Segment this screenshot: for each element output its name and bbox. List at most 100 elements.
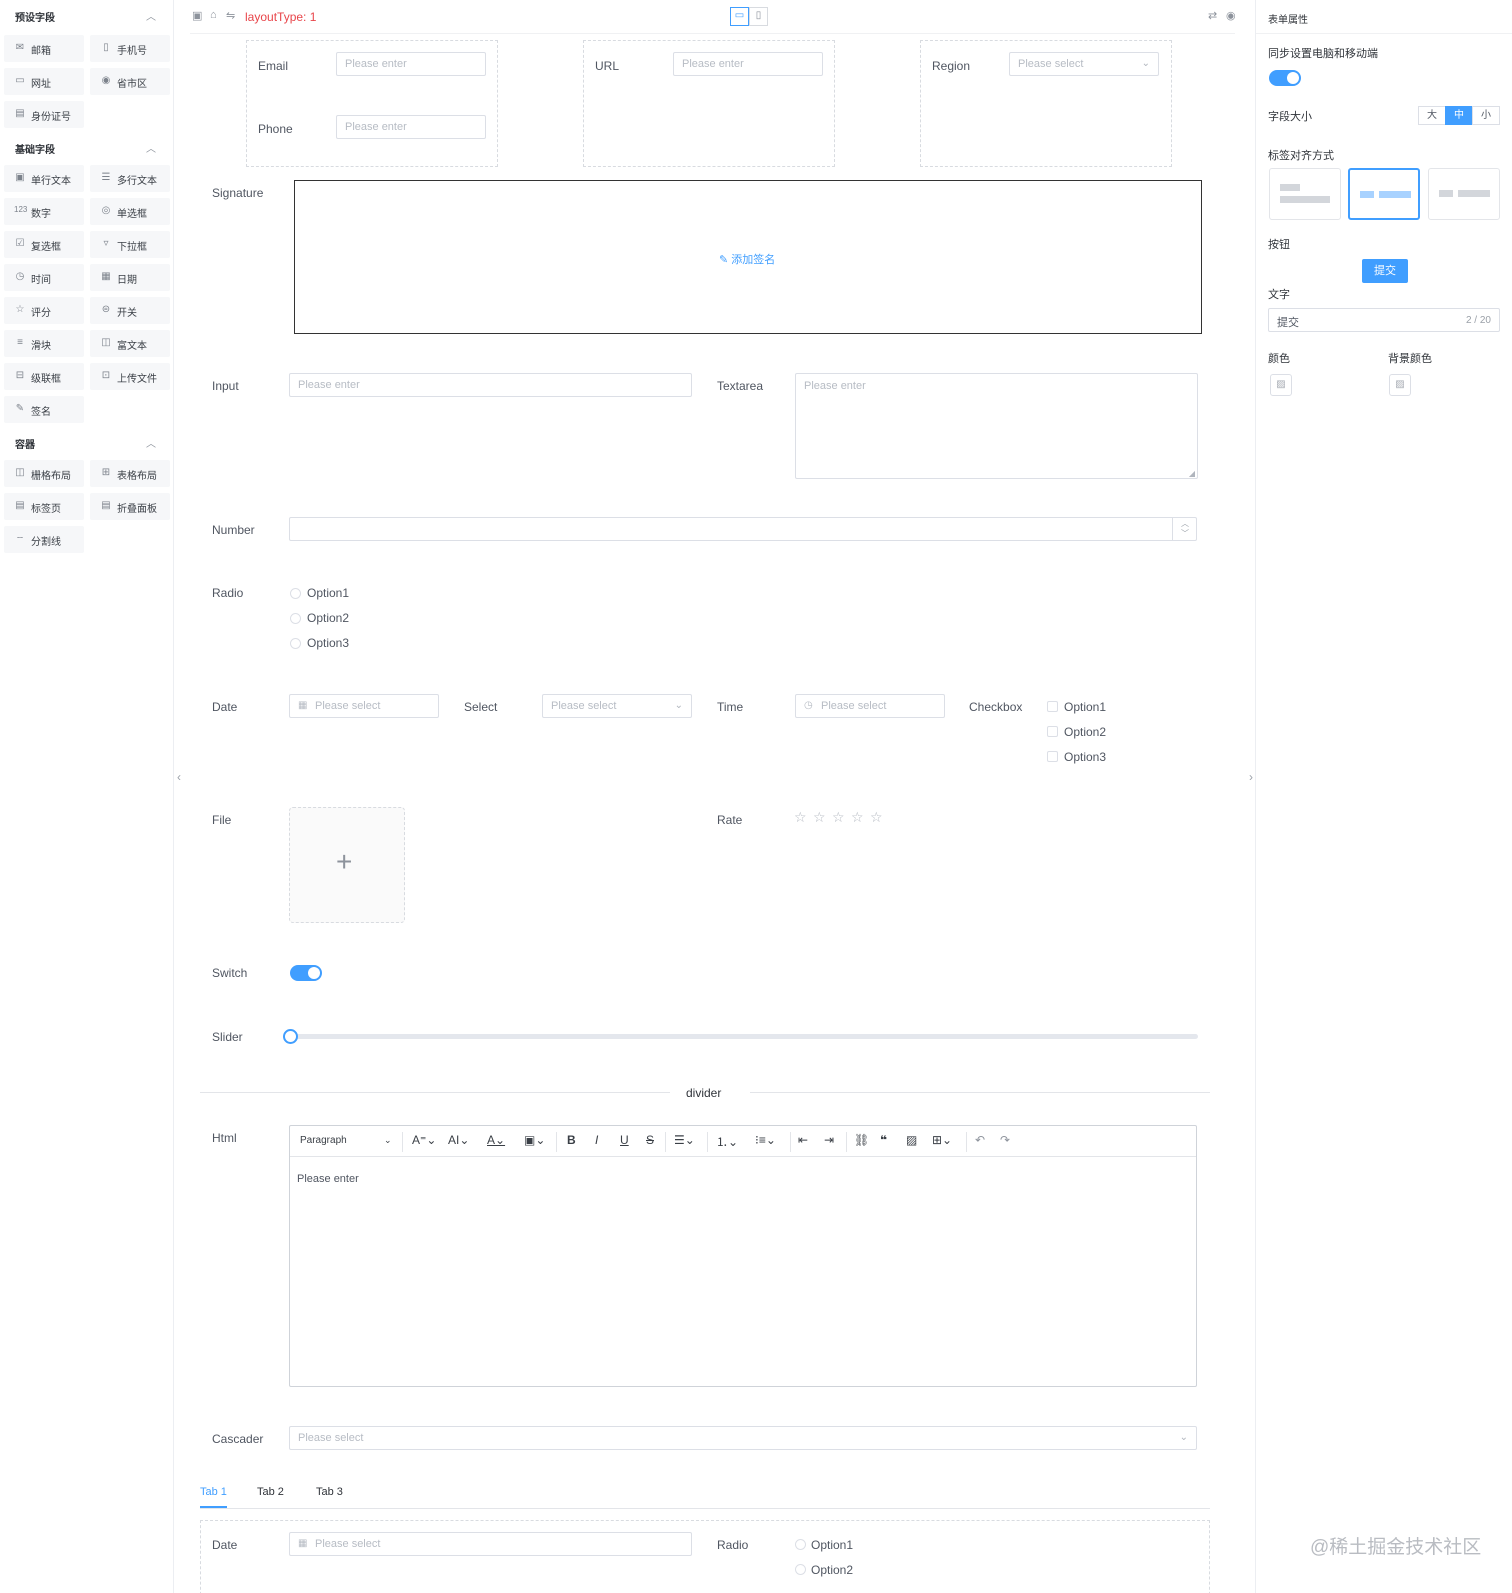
paragraph-dropdown[interactable]: Paragraph [300,1135,347,1146]
checkbox-option-2[interactable] [1047,726,1058,737]
palette-item-tabs[interactable]: ▤ 标签页 [4,493,84,520]
tab-1[interactable]: Tab 1 [200,1486,227,1498]
color-picker-icon[interactable]: ▨ [1270,374,1292,396]
palette-item-slider[interactable]: ≡ 滑块 [4,330,84,357]
decrement-icon[interactable]: ﹀ [1181,528,1189,539]
translate-icon[interactable]: ⇄ [1208,9,1217,22]
checkbox-option-3[interactable] [1047,751,1058,762]
bg-color-icon[interactable]: ▣⌄ [524,1133,545,1147]
text-input[interactable]: Please enter [289,373,692,397]
star-icon[interactable]: ☆ [794,809,807,826]
submit-button-preview[interactable]: 提交 [1362,259,1408,283]
collapse-right-icon[interactable]: › [1249,770,1253,784]
chevron-up-icon[interactable]: ︿ [146,435,156,450]
clear-icon[interactable]: ⌂ [210,9,217,21]
number-stepper[interactable]: ︿ ﹀ [1172,518,1196,540]
palette-item-time[interactable]: ◷ 时间 [4,264,84,291]
image-icon[interactable]: ▨ [906,1133,917,1147]
palette-item-grid[interactable]: ◫ 栅格布局 [4,460,84,487]
star-icon[interactable]: ☆ [851,809,864,826]
palette-item-upload[interactable]: ⊡ 上传文件 [90,363,170,390]
slider-handle[interactable] [283,1029,298,1044]
star-icon[interactable]: ☆ [870,809,883,826]
palette-item-divider[interactable]: ┄ 分割线 [4,526,84,553]
redo-icon[interactable]: ↷ [1000,1133,1010,1147]
link-icon[interactable]: ⛓ [854,1133,869,1147]
font-size-icon[interactable]: A⁼⌄ [412,1133,436,1147]
palette-item-signature[interactable]: ✎ 签名 [4,396,84,423]
palette-item-collapse[interactable]: ▤ 折叠面板 [90,493,170,520]
select-input[interactable]: Please select ⌄ [542,694,692,718]
quote-icon[interactable]: ❝ [880,1133,887,1147]
palette-item-email[interactable]: ✉ 邮箱 [4,35,84,62]
group-container[interactable]: 容器 ︿ [0,431,172,455]
button-text-input[interactable]: 提交 2 / 20 [1268,308,1500,332]
palette-item-cascader[interactable]: ⊟ 级联框 [4,363,84,390]
italic-icon[interactable]: I [595,1133,598,1147]
palette-item-url[interactable]: ▭ 网址 [4,68,84,95]
url-input[interactable]: Please enter [673,52,823,76]
bullet-list-icon[interactable]: ⁝≡⌄ [755,1133,776,1147]
collapse-left-icon[interactable]: ‹ [177,770,181,784]
table-icon[interactable]: ⊞⌄ [932,1133,952,1147]
tab-radio-option-2[interactable] [795,1564,806,1575]
palette-item-rich-text[interactable]: ◫ 富文本 [90,330,170,357]
underline-icon[interactable]: U [620,1133,629,1147]
strikethrough-icon[interactable]: S [646,1133,654,1147]
palette-item-id-card[interactable]: ▤ 身份证号 [4,101,84,128]
preview-icon[interactable]: ◉ [1226,9,1236,22]
palette-item-textarea[interactable]: ☰ 多行文本 [90,165,170,192]
time-picker[interactable]: ◷ Please select [795,694,945,718]
palette-item-table[interactable]: ⊞ 表格布局 [90,460,170,487]
tab-2[interactable]: Tab 2 [257,1486,284,1498]
palette-item-text[interactable]: ▣ 单行文本 [4,165,84,192]
tab-date-picker[interactable]: ▦ Please select [289,1532,692,1556]
tab-radio-option-1[interactable] [795,1539,806,1550]
slider-track[interactable] [290,1034,1198,1039]
add-signature-button[interactable]: ✎ 添加签名 [719,251,775,267]
palette-item-number[interactable]: 123 数字 [4,198,84,225]
switch-layout-icon[interactable]: ⇋ [226,9,235,22]
indent-icon[interactable]: ⇥ [824,1133,834,1147]
desktop-icon[interactable]: ▭ [730,7,749,26]
undo-icon[interactable]: ↶ [975,1133,985,1147]
size-large-button[interactable]: 大 [1418,106,1446,125]
palette-item-select[interactable]: ▿ 下拉框 [90,231,170,258]
ordered-list-icon[interactable]: ⒈⌄ [716,1133,738,1150]
group-basic[interactable]: 基础字段 ︿ [0,136,172,160]
region-select[interactable]: Please select ⌄ [1009,52,1159,76]
font-color-icon[interactable]: A⌄ [487,1133,505,1147]
line-height-icon[interactable]: AI⌄ [448,1133,469,1147]
chevron-up-icon[interactable]: ︿ [146,8,156,23]
outdent-icon[interactable]: ⇤ [798,1133,808,1147]
upload-area[interactable]: + [289,807,405,923]
switch-toggle[interactable] [290,965,322,981]
palette-item-checkbox[interactable]: ☑ 复选框 [4,231,84,258]
size-small-button[interactable]: 小 [1472,106,1500,125]
bold-icon[interactable]: B [567,1133,576,1147]
mobile-icon[interactable]: ▯ [749,7,768,26]
phone-input[interactable]: Please enter [336,115,486,139]
editor-placeholder[interactable]: Please enter [297,1173,359,1185]
radio-option-1[interactable] [290,588,301,599]
align-left-option[interactable] [1348,168,1420,220]
palette-item-switch[interactable]: ⊜ 开关 [90,297,170,324]
number-input[interactable]: ︿ ﹀ [289,517,1197,541]
chevron-up-icon[interactable]: ︿ [146,140,156,155]
save-icon[interactable]: ▣ [192,9,202,22]
email-input[interactable]: Please enter [336,52,486,76]
size-medium-button[interactable]: 中 [1445,106,1473,125]
date-picker[interactable]: ▦ Please select [289,694,439,718]
palette-item-rate[interactable]: ☆ 评分 [4,297,84,324]
bg-color-picker-icon[interactable]: ▨ [1389,374,1411,396]
align-top-option[interactable] [1269,168,1341,220]
resize-handle-icon[interactable]: ◢ [1189,469,1195,478]
signature-pad[interactable]: ✎ 添加签名 [294,180,1202,334]
radio-option-3[interactable] [290,638,301,649]
palette-item-phone[interactable]: ▯ 手机号 [90,35,170,62]
align-right-option[interactable] [1428,168,1500,220]
palette-item-date[interactable]: ▦ 日期 [90,264,170,291]
tab-3[interactable]: Tab 3 [316,1486,343,1498]
checkbox-option-1[interactable] [1047,701,1058,712]
palette-item-radio[interactable]: ◎ 单选框 [90,198,170,225]
